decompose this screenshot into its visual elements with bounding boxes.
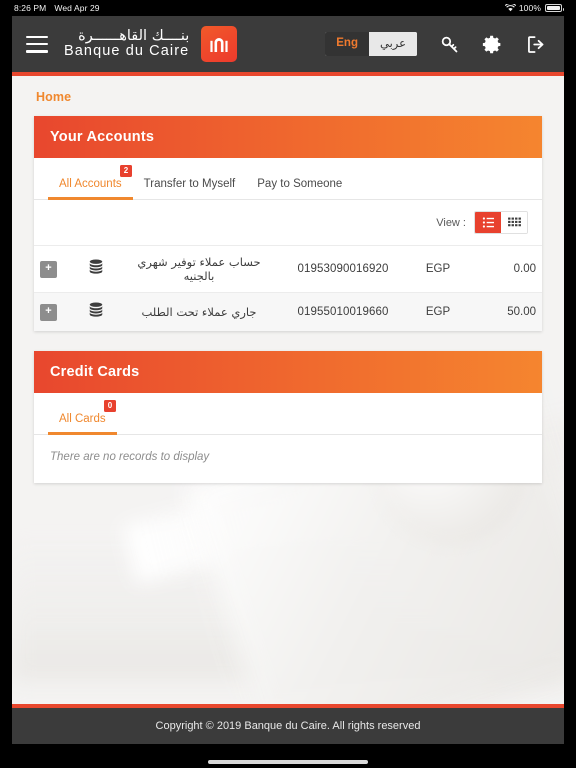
- tab-pay-to-someone[interactable]: Pay to Someone: [246, 172, 353, 199]
- tab-label: All Accounts: [59, 178, 122, 190]
- banque-du-caire-logo-icon: [201, 26, 238, 62]
- battery-full-icon: [545, 4, 564, 12]
- cards-empty-message: There are no records to display: [50, 451, 210, 463]
- table-row[interactable]: +: [34, 245, 542, 293]
- your-accounts-panel: Your Accounts 2 All Accounts Transfer to…: [34, 116, 542, 331]
- coins-stack-icon: [86, 259, 106, 279]
- accounts-tabs: 2 All Accounts Transfer to Myself Pay to…: [34, 158, 542, 200]
- status-bar-right: 100%: [504, 3, 564, 13]
- language-toggle[interactable]: Eng عربي: [325, 32, 417, 56]
- table-row[interactable]: +: [34, 292, 542, 332]
- tab-all-accounts[interactable]: 2 All Accounts: [48, 165, 133, 200]
- grid-view-button[interactable]: [501, 212, 527, 233]
- view-switcher: View :: [34, 200, 542, 245]
- tab-label: Pay to Someone: [257, 178, 343, 190]
- row-expand-cell: +: [34, 293, 80, 332]
- app-screen: بنــــك القاهــــــرة Banque du Caire En…: [12, 16, 564, 744]
- status-time: 8:26 PM: [14, 3, 47, 13]
- view-label: View :: [436, 216, 466, 229]
- wifi-icon: [504, 4, 516, 12]
- row-expand-cell: +: [34, 246, 80, 293]
- account-name: جاري عملاء تحت الطلب: [141, 305, 257, 319]
- hamburger-menu-icon[interactable]: [26, 35, 48, 53]
- list-view-button[interactable]: [475, 212, 501, 233]
- header-actions: Eng عربي: [325, 32, 546, 56]
- view-button-group: [474, 211, 528, 234]
- expand-row-button[interactable]: +: [40, 303, 57, 321]
- battery-percent: 100%: [518, 3, 541, 13]
- account-currency: EGP: [425, 306, 451, 318]
- row-icon-cell: [80, 246, 120, 293]
- row-icon-cell: [80, 293, 120, 332]
- credit-cards-panel-header: Credit Cards: [34, 351, 542, 393]
- status-bar-left: 8:26 PM Wed Apr 29: [14, 3, 100, 13]
- home-indicator: [0, 756, 576, 768]
- brand-name-arabic: بنــــك القاهــــــرة: [78, 27, 190, 44]
- account-balance: 0.00: [513, 263, 536, 275]
- status-date: Wed Apr 29: [54, 3, 100, 13]
- gear-icon[interactable]: [482, 34, 503, 55]
- accounts-table: + حساب عملاء توفير شهري بالجنيه 01953090…: [34, 245, 542, 331]
- copyright-text: Copyright © 2019 Banque du Caire. All ri…: [155, 720, 421, 732]
- account-number: 01955010019660: [297, 306, 389, 318]
- tab-badge-all-accounts: 2: [120, 165, 132, 177]
- account-number: 01953090016920: [297, 263, 389, 275]
- your-accounts-panel-header: Your Accounts: [34, 116, 542, 158]
- app-footer: Copyright © 2019 Banque du Caire. All ri…: [12, 708, 564, 744]
- tab-transfer-to-myself[interactable]: Transfer to Myself: [133, 172, 247, 199]
- brand-text: بنــــك القاهــــــرة Banque du Caire: [64, 27, 190, 59]
- tab-badge-all-cards: 0: [104, 400, 116, 412]
- account-name: حساب عملاء توفير شهري بالجنيه: [137, 255, 261, 283]
- brand-name-english: Banque du Caire: [64, 43, 190, 59]
- expand-row-button[interactable]: +: [40, 260, 57, 278]
- tablet-device-frame: 8:26 PM Wed Apr 29 100% بنــــك القاهـــ…: [0, 0, 576, 768]
- lang-option-english[interactable]: Eng: [325, 32, 369, 56]
- page-content: Home Your Accounts 2 All Accounts Transf…: [12, 76, 564, 704]
- account-balance: 50.00: [507, 306, 536, 318]
- coins-stack-icon: [86, 302, 106, 322]
- tab-label: All Cards: [59, 413, 106, 425]
- ios-status-bar: 8:26 PM Wed Apr 29 100%: [0, 0, 576, 16]
- page-title: Your Accounts: [50, 129, 155, 145]
- tab-all-cards[interactable]: 0 All Cards: [48, 400, 117, 435]
- credit-cards-panel: Credit Cards 0 All Cards There are no re…: [34, 351, 542, 483]
- logout-icon[interactable]: [525, 34, 546, 55]
- lang-option-arabic[interactable]: عربي: [369, 32, 417, 56]
- header-accent-bar: [12, 72, 564, 76]
- tab-label: Transfer to Myself: [143, 178, 236, 190]
- cards-tabs: 0 All Cards: [34, 393, 542, 435]
- account-currency: EGP: [425, 263, 451, 275]
- brand-logo[interactable]: بنــــك القاهــــــرة Banque du Caire: [64, 26, 238, 62]
- app-header: بنــــك القاهــــــرة Banque du Caire En…: [12, 16, 564, 72]
- key-icon[interactable]: [439, 34, 460, 55]
- breadcrumb[interactable]: Home: [34, 76, 542, 116]
- credit-cards-title: Credit Cards: [50, 364, 140, 380]
